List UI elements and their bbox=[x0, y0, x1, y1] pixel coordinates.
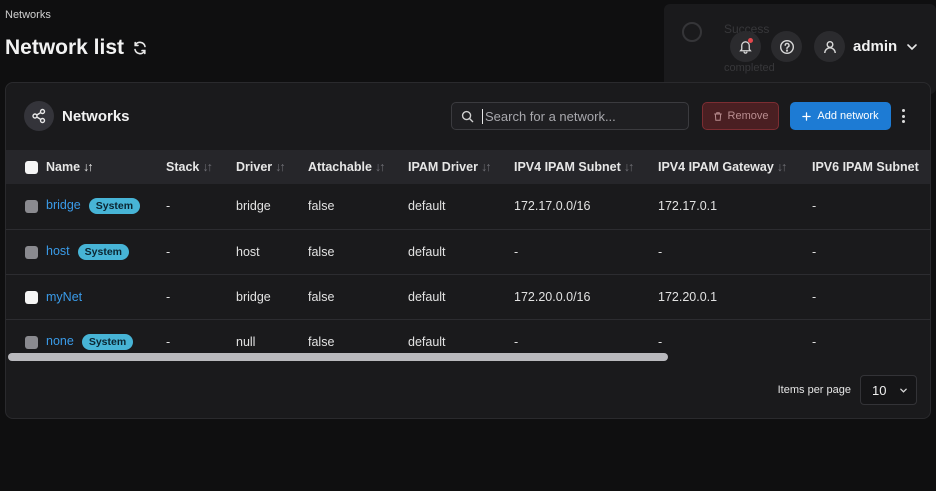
dot bbox=[901, 114, 905, 118]
col-name[interactable]: Name ↓↑ bbox=[46, 150, 166, 184]
cell-driver: bridge bbox=[236, 289, 271, 304]
search-icon bbox=[461, 110, 474, 122]
row-checkbox[interactable] bbox=[25, 290, 38, 304]
col-ipv4-subnet[interactable]: IPV4 IPAM Subnet ↓↑ bbox=[514, 150, 658, 184]
cell-stack: - bbox=[166, 244, 171, 259]
networks-table-wrapper: Name ↓↑ Stack ↓↑ Driver ↓↑ Attachable ↓↑ IPA… bbox=[6, 150, 930, 364]
select-all-checkbox[interactable] bbox=[25, 161, 38, 175]
sort-icon: ↓↑ bbox=[776, 160, 787, 174]
panel-icon bbox=[24, 101, 54, 131]
items-per-page-label: Items per page bbox=[777, 384, 851, 396]
sort-icon: ↓↑ bbox=[623, 160, 634, 174]
table-row: myNet - bridge false default 172.20.0.0/… bbox=[6, 274, 930, 319]
success-icon bbox=[682, 22, 702, 42]
horizontal-scrollbar[interactable] bbox=[6, 352, 930, 362]
system-badge: System bbox=[77, 243, 129, 260]
table-header-row: Name ↓↑ Stack ↓↑ Driver ↓↑ Attachable ↓↑ IPA… bbox=[6, 150, 930, 184]
cell-ipam-driver: default bbox=[408, 199, 446, 214]
network-name-link[interactable]: myNet bbox=[46, 290, 82, 304]
remove-button[interactable]: Remove bbox=[702, 102, 779, 130]
plus-icon bbox=[802, 111, 812, 121]
pagination: Items per page 10 bbox=[778, 375, 917, 405]
page-title: Network list bbox=[5, 36, 125, 59]
cell-ipv4-gateway: 172.20.0.1 bbox=[658, 289, 718, 304]
add-network-label: Add network bbox=[817, 110, 879, 122]
cell-ipam-driver: default bbox=[408, 244, 446, 259]
search-box bbox=[451, 102, 689, 130]
cell-ipv6-subnet: - bbox=[812, 289, 817, 304]
sort-icon: ↓↑ bbox=[480, 160, 491, 174]
trash-icon bbox=[713, 111, 722, 121]
username: admin bbox=[853, 38, 898, 55]
row-checkbox[interactable] bbox=[25, 335, 38, 349]
header-actions: admin bbox=[730, 31, 919, 62]
items-per-page-select[interactable]: 10 bbox=[860, 375, 917, 405]
user-menu[interactable]: admin bbox=[814, 31, 919, 62]
col-stack[interactable]: Stack ↓↑ bbox=[166, 150, 236, 184]
networks-table: Name ↓↑ Stack ↓↑ Driver ↓↑ Attachable ↓↑ IPA… bbox=[6, 150, 930, 364]
networks-panel: Networks Remove Add network bbox=[5, 82, 931, 419]
items-per-page-value: 10 bbox=[872, 382, 887, 398]
refresh-icon[interactable] bbox=[132, 40, 148, 56]
cell-ipam-driver: default bbox=[408, 289, 446, 304]
sort-icon: ↓↑ bbox=[275, 160, 285, 174]
cell-attachable: false bbox=[308, 199, 335, 214]
table-row: bridge System - bridge false default 172.… bbox=[6, 184, 930, 229]
cell-driver: host bbox=[236, 244, 260, 259]
col-ipv6-subnet[interactable]: IPV6 IPAM Subnet bbox=[812, 150, 930, 184]
network-name-link[interactable]: host bbox=[46, 244, 70, 258]
dot bbox=[901, 109, 905, 112]
share-network-icon bbox=[32, 108, 46, 124]
table-row: host System - host false default - - - bbox=[6, 229, 930, 274]
notification-dot bbox=[748, 38, 753, 43]
scrollbar-thumb[interactable] bbox=[8, 353, 668, 361]
system-badge: System bbox=[81, 333, 134, 350]
row-checkbox[interactable] bbox=[25, 245, 38, 259]
cell-ipv6-subnet: - bbox=[812, 244, 817, 259]
toast-text: completed bbox=[724, 62, 775, 74]
cell-ipv4-subnet: 172.20.0.0/16 bbox=[514, 289, 591, 304]
page-title-row: Network list bbox=[5, 36, 148, 60]
sort-icon: ↓↑ bbox=[202, 160, 212, 174]
help-button[interactable] bbox=[771, 31, 802, 62]
cell-ipv6-subnet: - bbox=[812, 199, 817, 214]
notifications-button[interactable] bbox=[730, 31, 761, 62]
breadcrumb: Networks bbox=[5, 9, 51, 21]
col-ipam-driver[interactable]: IPAM Driver ↓↑ bbox=[408, 150, 514, 184]
remove-label: Remove bbox=[727, 110, 769, 122]
sort-icon: ↓↑ bbox=[83, 160, 93, 174]
network-name-link[interactable]: none bbox=[46, 334, 74, 348]
user-icon bbox=[823, 40, 836, 53]
cell-ipv4-gateway: 172.17.0.1 bbox=[658, 199, 718, 214]
cell-ipv4-gateway: - bbox=[658, 244, 663, 259]
more-options-button[interactable] bbox=[899, 107, 907, 125]
chevron-down-icon bbox=[900, 388, 907, 393]
cell-ipv4-subnet: 172.17.0.0/16 bbox=[514, 199, 591, 214]
cell-stack: - bbox=[166, 289, 171, 304]
col-driver[interactable]: Driver ↓↑ bbox=[236, 150, 308, 184]
add-network-button[interactable]: Add network bbox=[790, 102, 891, 130]
cell-attachable: false bbox=[308, 289, 335, 304]
row-checkbox[interactable] bbox=[25, 200, 38, 214]
cell-ipv4-subnet: - bbox=[514, 244, 519, 259]
cell-attachable: false bbox=[308, 244, 335, 259]
search-input[interactable] bbox=[482, 108, 672, 124]
cell-stack: - bbox=[166, 199, 171, 214]
chevron-down-icon bbox=[907, 43, 917, 50]
col-ipv4-gateway[interactable]: IPV4 IPAM Gateway ↓↑ bbox=[658, 150, 812, 184]
avatar bbox=[814, 31, 845, 62]
col-attachable[interactable]: Attachable ↓↑ bbox=[308, 150, 408, 184]
panel-header: Networks Remove Add network bbox=[6, 83, 930, 151]
system-badge: System bbox=[88, 198, 141, 215]
cell-driver: bridge bbox=[236, 199, 271, 214]
dot bbox=[901, 120, 905, 123]
network-name-link[interactable]: bridge bbox=[46, 198, 81, 212]
panel-title: Networks bbox=[62, 108, 130, 125]
help-icon bbox=[779, 39, 794, 54]
sort-icon: ↓↑ bbox=[374, 160, 385, 174]
